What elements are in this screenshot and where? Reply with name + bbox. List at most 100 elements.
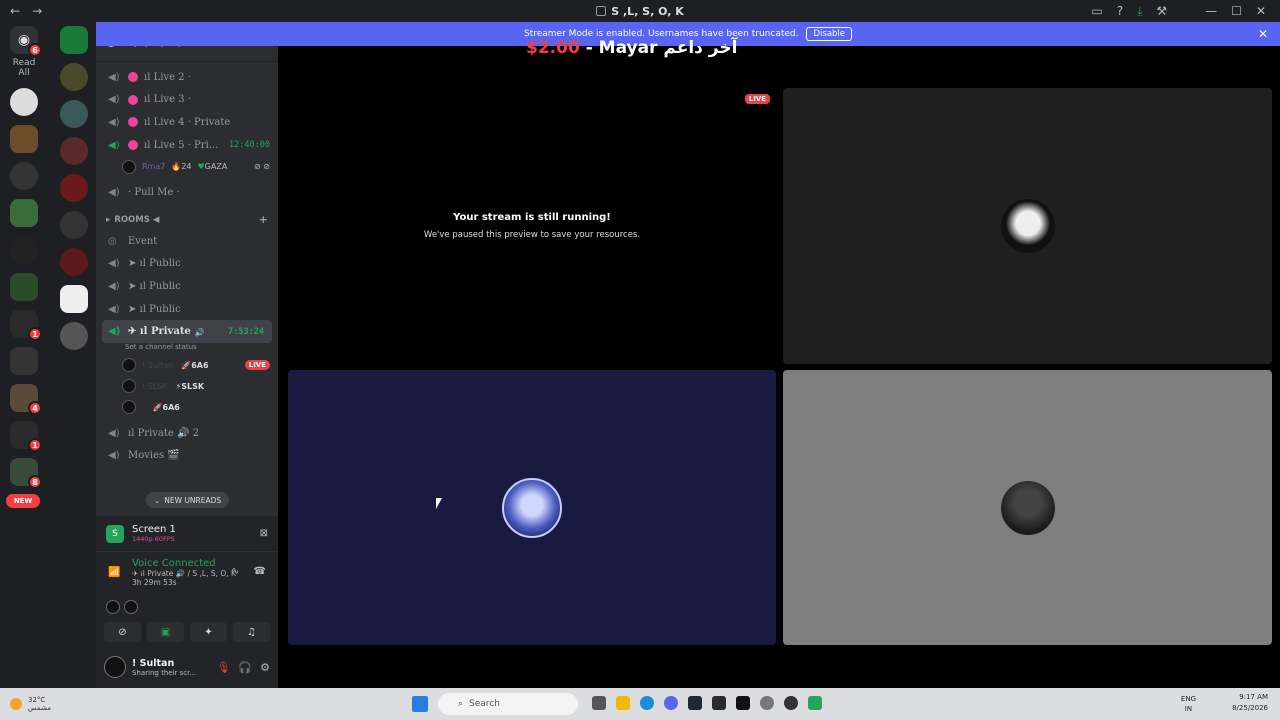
obs-icon[interactable] [784,696,798,710]
steam-icon[interactable] [688,696,702,710]
discord-home-button[interactable]: ◉ 6 [10,26,42,57]
guild-icon[interactable] [10,88,38,116]
new-unreads-pill[interactable]: ⌄ NEW UNREADS [146,492,230,508]
back-arrow-icon[interactable]: ← [10,4,20,18]
participant-tile[interactable] [288,370,776,645]
mute-icon[interactable]: 🎙 [216,661,230,674]
channel-private-selected[interactable]: ◀) ✈ ıl Private 🔊 7:53:24 [102,320,272,343]
language-indicator[interactable]: ENG IN [1181,694,1196,714]
screen-share-card[interactable]: S Screen 1 1440p 60FPS ⊠ [96,516,278,552]
voice-user[interactable]: ! SLSK ⚡SLSK [96,376,278,397]
channel-live-2[interactable]: ◀) ıl Live 2 · [96,66,278,89]
guild-icon[interactable] [60,174,88,202]
channel-live-5[interactable]: ◀) ıl Live 5 · Pri... 12:40:00 [96,134,278,157]
close-button[interactable]: ✕ [1256,4,1266,18]
epic-games-icon[interactable] [712,696,726,710]
new-pill[interactable]: NEW [6,494,40,508]
channel-pull-me[interactable]: ◀) · Pull Me · [96,181,278,204]
guild-folder[interactable] [10,347,38,375]
channel-live-3[interactable]: ◀) ıl Live 3 · [96,89,278,112]
discord-icon[interactable] [664,696,678,710]
app-icon[interactable] [760,696,774,710]
guild-icon[interactable] [60,322,88,350]
forward-arrow-icon[interactable]: → [32,4,42,18]
user-tag: GAZA [204,162,228,172]
avatar [502,477,562,538]
edge-icon[interactable] [640,696,654,710]
voice-user[interactable]: Rma7 🔥 24 ♥ GAZA ⊘ ⊘ [96,156,278,177]
avatar[interactable] [106,600,120,614]
start-button[interactable] [412,696,428,712]
task-view-icon[interactable] [592,696,606,710]
guild-folder[interactable]: 8 [10,458,42,489]
channel-movies[interactable]: ◀) Movies 🎬 [96,445,278,468]
capcut-icon[interactable] [736,696,750,710]
guild-icon[interactable] [10,162,38,190]
status-dot [128,94,138,105]
guild-folder[interactable] [10,273,38,301]
guild-icon[interactable] [60,137,88,165]
avatar[interactable] [104,656,126,678]
guild-icon[interactable] [60,285,88,313]
avatar [1000,199,1055,253]
file-explorer-icon[interactable] [616,696,630,710]
channel-live-4[interactable]: ◀) ıl Live 4 · Private [96,111,278,134]
disconnect-icon[interactable]: ☎ [254,566,266,577]
channel-name: ıl Live 2 · [144,71,191,83]
server-icon [596,5,607,16]
taskbar-search[interactable]: ⌕ Search [438,693,578,715]
inbox-icon[interactable]: ▭ [1091,4,1102,18]
stream-quality: 1440p 60FPS [132,535,175,543]
guild-icon[interactable] [10,199,38,227]
close-icon[interactable]: ✕ [1258,27,1268,41]
weather-widget[interactable]: 32°C مشمس [0,696,51,712]
guild-icon[interactable] [60,211,88,239]
user-tag: 🚀6A6 [181,360,209,370]
tools-icon[interactable]: ⚒ [1156,4,1167,18]
minimize-button[interactable]: — [1205,4,1217,18]
help-icon[interactable]: ? [1117,4,1123,18]
add-channel-icon[interactable]: + [259,213,268,226]
download-icon[interactable]: ⤓ [1137,4,1142,19]
disable-button[interactable]: Disable [806,27,853,41]
category-rooms[interactable]: ▸ ROOMS ◀ + [96,210,278,230]
guild-folder[interactable] [10,125,38,153]
live-badge: LIVE [244,360,270,371]
guild-folder[interactable]: 4 [10,384,42,415]
system-clock[interactable]: 9:17 AM 8/25/2026 [1232,692,1268,714]
read-all-button[interactable]: Read All [6,58,42,78]
activities-button[interactable]: ✦ [190,622,227,642]
participant-tile[interactable] [783,370,1272,645]
channel-public[interactable]: ◀) ➤ ıl Public [96,298,278,321]
stream-tile[interactable]: LIVE Your stream is still running! We've… [288,88,776,366]
camera-button[interactable]: ⊘ [104,622,141,642]
user-name[interactable]: ! Sultan [132,658,196,669]
speaker-icon: ◀) [108,258,120,270]
avatar [122,358,136,373]
noise-suppression-icon[interactable]: ∿ [231,566,239,577]
speaker-icon: ◀) [108,71,120,83]
guild-icon[interactable] [60,63,88,91]
guild-folder[interactable]: 1 [10,310,42,341]
guild-icon[interactable] [10,236,38,264]
participant-tile[interactable] [783,88,1272,364]
screen-share-button[interactable]: ▣ [147,622,184,642]
settings-gear-icon[interactable]: ⚙ [260,661,270,674]
guild-icon[interactable] [60,26,88,54]
avatar[interactable] [124,600,138,614]
guild-icon[interactable] [60,248,88,276]
deafen-icon[interactable]: 🎧 [238,661,252,674]
app-icon[interactable] [808,696,822,710]
channel-event[interactable]: ◎ Event [96,230,278,253]
set-channel-status[interactable]: Set a channel status [96,343,278,355]
channel-public[interactable]: ◀) ➤ ıl Public [96,253,278,276]
soundboard-button[interactable]: ♫ [233,622,270,642]
guild-icon[interactable] [60,100,88,128]
guild-folder[interactable]: 1 [10,421,42,452]
voice-user[interactable]: · 🚀6A6 [96,397,278,418]
maximize-button[interactable]: ☐ [1231,4,1242,18]
channel-public[interactable]: ◀) ➤ ıl Public [96,275,278,298]
channel-private-2[interactable]: ◀) ıl Private 🔊 2 [96,422,278,445]
stop-stream-icon[interactable]: ⊠ [260,528,268,539]
voice-user[interactable]: ! Sultan 🚀6A6 LIVE [96,355,278,376]
